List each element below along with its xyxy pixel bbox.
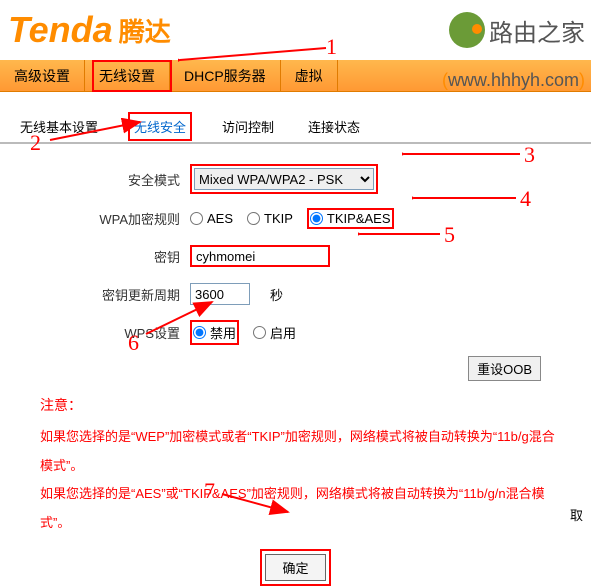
wpa-aes-option[interactable]: AES: [190, 211, 233, 226]
note-line2: 如果您选择的是“AES”或“TKIP&AES”加密规则，网络模式将被自动转换为“…: [40, 480, 561, 537]
watermark-text: 路由之家: [489, 13, 585, 48]
nav-dhcp[interactable]: DHCP服务器: [170, 60, 281, 92]
highlight-security-mode: Mixed WPA/WPA2 - PSK: [190, 164, 378, 194]
wps-enable-radio[interactable]: [253, 326, 266, 339]
highlight-ok: 确定: [260, 549, 330, 586]
wpa-aes-radio[interactable]: [190, 212, 203, 225]
reset-oob-button[interactable]: 重设OOB: [468, 356, 541, 381]
security-mode-select[interactable]: Mixed WPA/WPA2 - PSK: [194, 168, 374, 190]
nav-advanced[interactable]: 高级设置: [0, 60, 85, 92]
nav-virtual[interactable]: 虚拟: [281, 60, 338, 92]
ok-button[interactable]: 确定: [265, 554, 325, 581]
wps-disable-radio[interactable]: [193, 326, 206, 339]
subnav-status[interactable]: 连接状态: [304, 114, 364, 139]
note-line1: 如果您选择的是“WEP”加密模式或者“TKIP”加密规则，网络模式将被自动转换为…: [40, 423, 561, 480]
watermark: 路由之家: [449, 0, 585, 60]
wpa-both-option[interactable]: TKIP&AES: [307, 208, 394, 229]
wpa-tkip-option[interactable]: TKIP: [247, 211, 293, 226]
wpa-both-radio[interactable]: [310, 212, 323, 225]
cancel-text: 取: [570, 505, 583, 524]
wpa-tkip-radio[interactable]: [247, 212, 260, 225]
key-label: 密钥: [40, 247, 190, 266]
renew-label: 密钥更新周期: [40, 285, 190, 304]
sub-nav: 无线基本设置 无线安全 访问控制 连接状态: [0, 110, 591, 144]
logo-cn: 腾达: [119, 12, 171, 49]
watermark-url: (www.hhhyh.com): [442, 70, 585, 91]
renew-unit: 秒: [270, 285, 283, 304]
wps-disable-option[interactable]: 禁用: [190, 320, 239, 345]
subnav-access[interactable]: 访问控制: [218, 114, 278, 139]
wpa-rule-label: WPA加密规则: [40, 209, 190, 228]
wps-label: WPS设置: [40, 323, 190, 342]
subnav-security[interactable]: 无线安全: [128, 112, 192, 141]
logo-en: Tenda: [8, 9, 113, 51]
note-title: 注意：: [40, 395, 591, 415]
nav-wireless[interactable]: 无线设置: [85, 60, 170, 92]
renew-input[interactable]: [190, 283, 250, 305]
subnav-basic[interactable]: 无线基本设置: [16, 114, 102, 139]
key-input[interactable]: [190, 245, 330, 267]
wps-enable-option[interactable]: 启用: [253, 323, 296, 342]
globe-icon: [449, 12, 485, 48]
security-mode-label: 安全模式: [40, 170, 190, 189]
